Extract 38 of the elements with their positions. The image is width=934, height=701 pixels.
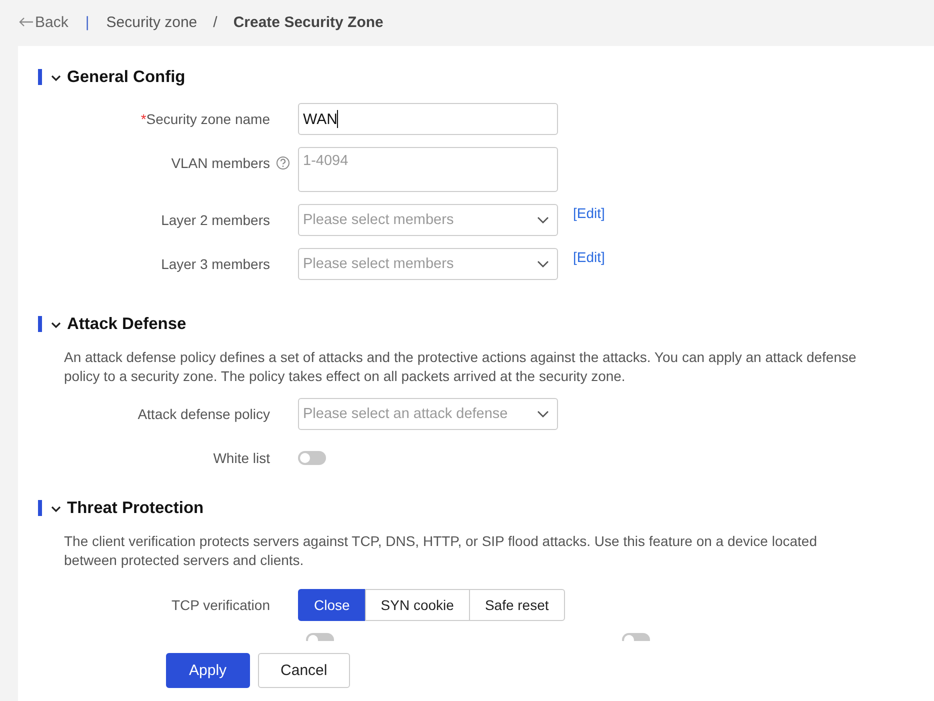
section-description: An attack defense policy defines a set of attacks and the protective actions against the attacks. You can apply an attack defense policy to a security zone. The policy takes effect on all packets arrived at the security zone. [64, 348, 858, 386]
dropdown-caret-icon [537, 216, 549, 224]
field-label: VLAN members [171, 155, 270, 171]
breadcrumb-separator: / [213, 14, 218, 30]
dropdown-caret-icon [537, 410, 549, 418]
breadcrumb-link[interactable]: Security zone [106, 14, 198, 30]
segment-option[interactable]: Close [298, 589, 366, 621]
field-label: Attack defense policy [138, 406, 270, 422]
back-arrow-icon [18, 17, 34, 27]
required-mark: * [140, 111, 146, 127]
field-label: Security zone name [146, 111, 270, 127]
section-title: Threat Protection [67, 498, 204, 518]
help-icon[interactable] [276, 156, 290, 170]
back-link[interactable]: Back [18, 14, 68, 30]
apply-button[interactable]: Apply [166, 653, 250, 688]
toggle-switch[interactable] [298, 451, 326, 465]
field-label: Layer 2 members [161, 212, 270, 228]
edit-link[interactable]: [Edit] [573, 249, 605, 265]
section-marker [38, 500, 42, 516]
section-marker [38, 316, 42, 332]
segment-option[interactable]: SYN cookie [364, 589, 470, 621]
chevron-icon[interactable] [51, 506, 61, 512]
field-label: White list [213, 450, 270, 466]
dropdown-caret-icon [537, 260, 549, 268]
page-title: Create Security Zone [233, 14, 384, 30]
section-title: General Config [67, 68, 186, 86]
section-description: The client verification protects servers against TCP, DNS, HTTP, or SIP flood attacks. Use this feature on a device located between protected servers and clients. [64, 532, 818, 570]
chevron-icon[interactable] [51, 322, 61, 328]
cancel-button[interactable]: Cancel [258, 653, 350, 688]
section-title: Attack Defense [67, 314, 186, 334]
chevron-icon[interactable] [51, 74, 61, 82]
segment-option[interactable]: Safe reset [468, 589, 565, 621]
breadcrumb-separator: | [85, 14, 90, 30]
field-label: Layer 3 members [161, 256, 270, 272]
field-label: TCP verification [171, 597, 270, 613]
edit-link[interactable]: [Edit] [573, 205, 605, 221]
section-marker [38, 69, 42, 85]
text-field[interactable]: WAN [298, 103, 558, 135]
